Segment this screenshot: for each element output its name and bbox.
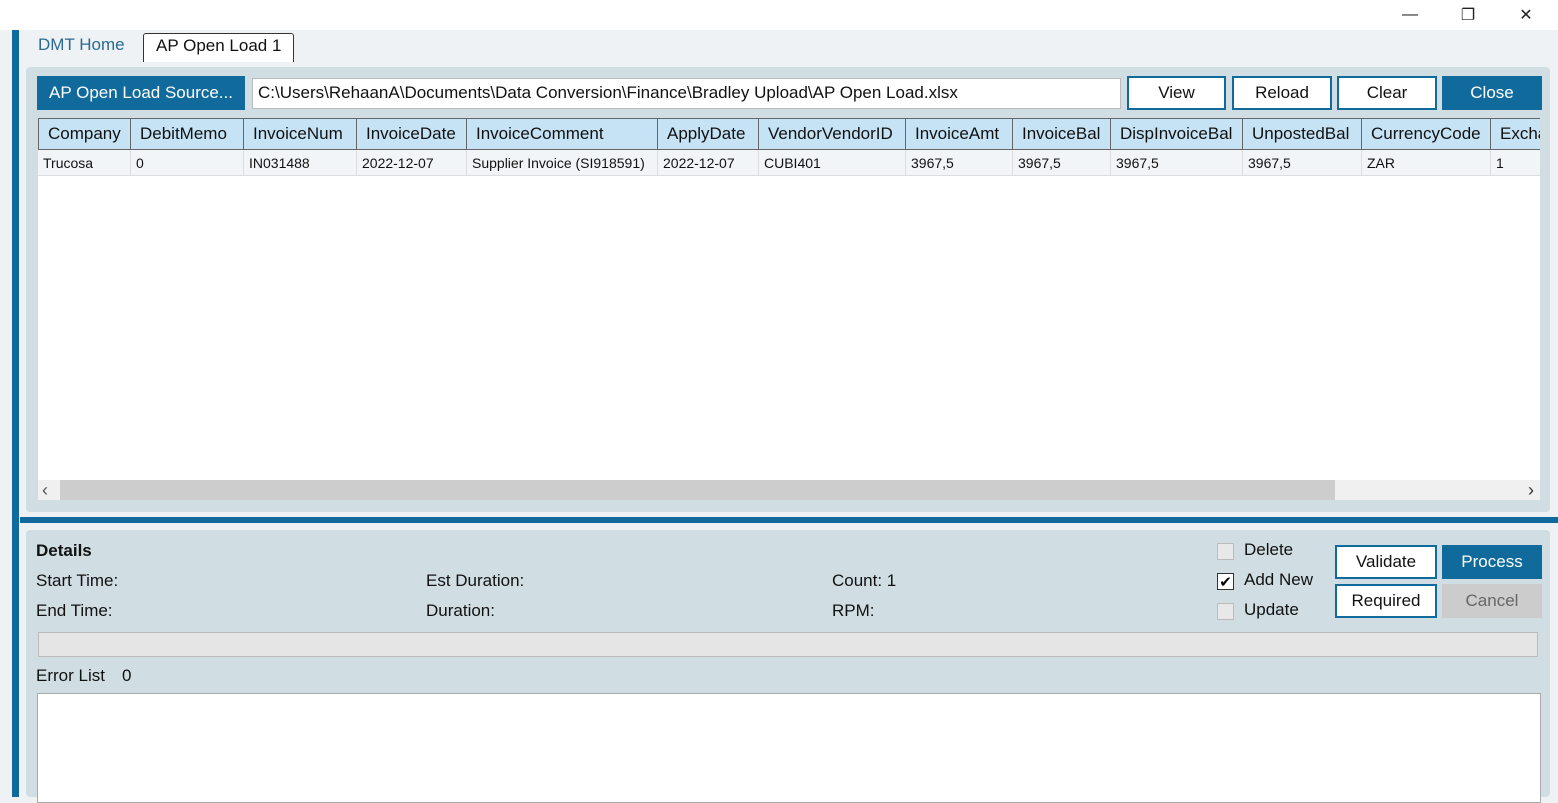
horizontal-scrollbar[interactable]: ‹ › <box>38 480 1540 500</box>
title-bar: — ❐ ✕ <box>0 0 1558 30</box>
table-cell[interactable]: CUBI401 <box>759 150 906 176</box>
error-list-label: Error List <box>36 666 105 685</box>
close-window-button[interactable]: ✕ <box>1497 0 1555 30</box>
file-path-input[interactable]: C:\Users\RehaanA\Documents\Data Conversi… <box>252 78 1121 109</box>
details-heading: Details <box>36 541 92 560</box>
column-header-invoicedate[interactable]: InvoiceDate <box>357 118 467 150</box>
table-cell[interactable]: 3967,5 <box>906 150 1013 176</box>
cancel-button: Cancel <box>1442 584 1542 618</box>
table-cell[interactable]: 3967,5 <box>1013 150 1111 176</box>
error-count: 0 <box>122 666 132 685</box>
count-label: Count: 1 <box>832 571 897 590</box>
est-duration-label: Est Duration: <box>426 571 525 590</box>
table-cell[interactable]: ZAR <box>1362 150 1491 176</box>
duration-label: Duration: <box>426 601 495 620</box>
column-header-invoicenum[interactable]: InvoiceNum <box>244 118 357 150</box>
minimize-button[interactable]: — <box>1381 0 1439 30</box>
table-cell[interactable]: 0 <box>131 150 244 176</box>
scrollbar-thumb[interactable] <box>60 480 1335 500</box>
column-header-applydate[interactable]: ApplyDate <box>658 118 759 150</box>
rpm-label: RPM: <box>832 601 875 620</box>
add-new-label: Add New <box>1244 570 1313 589</box>
required-button[interactable]: Required <box>1335 584 1437 618</box>
left-accent-bar <box>12 30 19 797</box>
table-cell[interactable]: 2022-12-07 <box>658 150 759 176</box>
tab-ap-open-load[interactable]: AP Open Load 1 <box>143 33 295 62</box>
column-header-company[interactable]: Company <box>38 118 131 150</box>
scroll-left-icon[interactable]: ‹ <box>42 480 48 500</box>
table-cell[interactable]: 1 <box>1491 150 1540 176</box>
table-cell[interactable]: 3967,5 <box>1111 150 1243 176</box>
add-new-checkbox[interactable]: ✔ <box>1217 573 1234 591</box>
column-header-invoicebal[interactable]: InvoiceBal <box>1013 118 1111 150</box>
splitter[interactable] <box>20 517 1558 523</box>
update-label: Update <box>1244 600 1299 619</box>
column-header-invoiceamt[interactable]: InvoiceAmt <box>906 118 1013 150</box>
validate-button[interactable]: Validate <box>1335 545 1437 579</box>
column-header-vendorvendorid[interactable]: VendorVendorID <box>759 118 906 150</box>
end-time-label: End Time: <box>36 601 113 620</box>
table-cell[interactable]: 2022-12-07 <box>357 150 467 176</box>
table-cell[interactable]: Supplier Invoice (SI918591) <box>467 150 658 176</box>
column-header-debitmemo[interactable]: DebitMemo <box>131 118 244 150</box>
error-list[interactable] <box>37 693 1541 803</box>
tab-dmt-home[interactable]: DMT Home <box>26 33 137 61</box>
column-header-dispinvoicebal[interactable]: DispInvoiceBal <box>1111 118 1243 150</box>
source-button[interactable]: AP Open Load Source... <box>37 76 245 110</box>
clear-button[interactable]: Clear <box>1337 76 1437 110</box>
check-icon: ✔ <box>1219 573 1232 591</box>
table-cell[interactable]: IN031488 <box>244 150 357 176</box>
delete-label: Delete <box>1244 540 1294 559</box>
table-cell[interactable]: Trucosa <box>38 150 131 176</box>
close-button[interactable]: Close <box>1442 76 1542 110</box>
delete-checkbox[interactable] <box>1217 543 1234 560</box>
scroll-right-icon[interactable]: › <box>1528 480 1534 500</box>
restore-button[interactable]: ❐ <box>1439 0 1497 30</box>
view-button[interactable]: View <box>1127 76 1226 110</box>
update-checkbox[interactable] <box>1217 603 1234 620</box>
start-time-label: Start Time: <box>36 571 119 590</box>
progress-bar <box>38 632 1538 657</box>
data-grid[interactable]: Company DebitMemo InvoiceNum InvoiceDate Inv… <box>38 118 1540 500</box>
column-header-currencycode[interactable]: CurrencyCode <box>1362 118 1491 150</box>
column-header-invoicecomment[interactable]: InvoiceComment <box>467 118 658 150</box>
column-header-excha[interactable]: Excha <box>1491 118 1540 150</box>
column-header-unpostedbal[interactable]: UnpostedBal <box>1243 118 1362 150</box>
reload-button[interactable]: Reload <box>1232 76 1332 110</box>
process-button[interactable]: Process <box>1442 545 1542 579</box>
table-cell[interactable]: 3967,5 <box>1243 150 1362 176</box>
